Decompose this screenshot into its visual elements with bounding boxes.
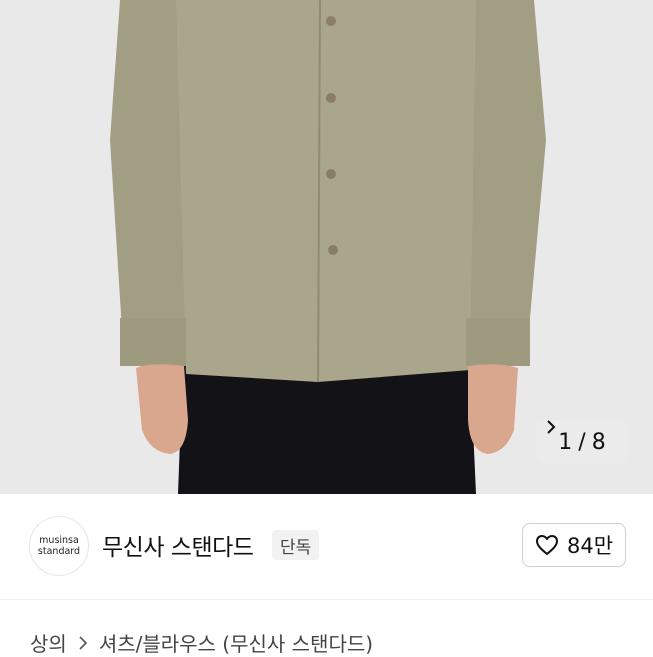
chevron-right-icon (547, 420, 556, 434)
heart-outline-icon (535, 535, 558, 555)
counter-separator: / (578, 429, 586, 455)
logo-line-1: musinsa (39, 535, 79, 546)
like-button[interactable]: 84만 (522, 523, 626, 567)
counter-current: 1 (558, 429, 573, 455)
brand-name[interactable]: 무신사 스탠다드 (102, 528, 254, 562)
image-counter[interactable]: 1 / 8 (536, 420, 628, 464)
brand-logo[interactable]: musinsa standard (29, 516, 89, 576)
product-image-gallery[interactable]: 1 / 8 (0, 0, 653, 494)
chevron-right-icon (79, 635, 87, 650)
exclusive-badge: 단독 (272, 530, 320, 560)
shirt-button (326, 16, 336, 26)
logo-line-2: standard (37, 546, 81, 557)
like-count: 84만 (566, 534, 614, 558)
counter-total: 8 (591, 429, 606, 455)
divider (0, 599, 653, 600)
